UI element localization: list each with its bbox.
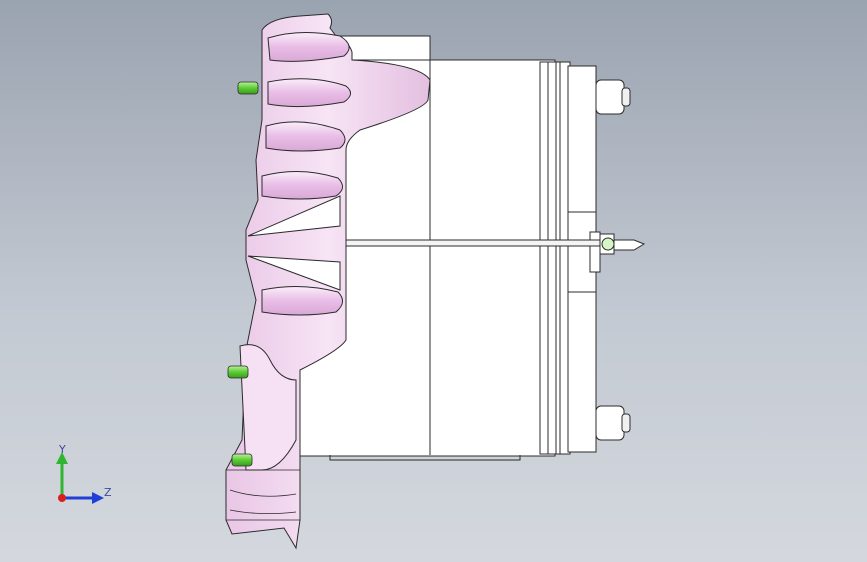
axis-triad: Y Z: [48, 440, 118, 510]
cad-viewport[interactable]: Y Z: [0, 0, 867, 562]
3d-model-view[interactable]: [0, 0, 867, 562]
end-flange: [567, 211, 601, 293]
z-axis-head: [92, 492, 104, 504]
x-axis-dot: [58, 494, 66, 502]
z-axis-label: Z: [104, 486, 112, 499]
y-axis-label: Y: [59, 443, 66, 456]
mounting-studs: [595, 79, 631, 441]
